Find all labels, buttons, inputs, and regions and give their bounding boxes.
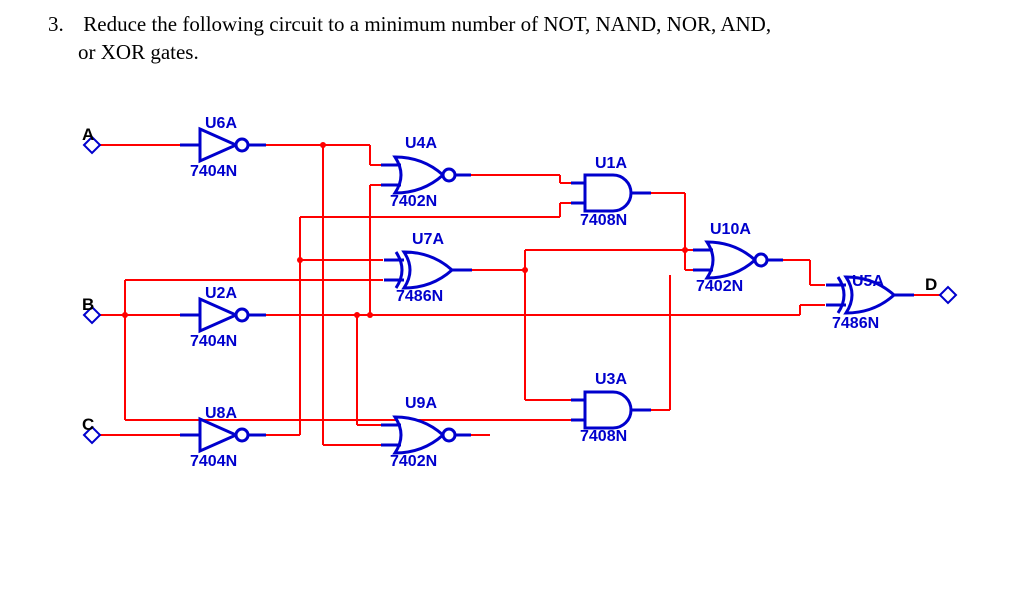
u8a-ref: U8A [205,405,237,423]
gate-u10a-icon [693,242,783,278]
pin-b-label: B [82,295,94,315]
question-line2: or XOR gates. [78,40,199,64]
u5a-part: 7486N [832,315,879,333]
gate-u2a-icon [180,299,266,331]
u3a-part: 7408N [580,428,627,446]
u6a-part: 7404N [190,163,237,181]
u5a-ref: U5A [852,273,884,291]
u1a-part: 7408N [580,212,627,230]
gate-u4a-icon [381,157,471,193]
pin-d-label: D [925,275,937,295]
u2a-part: 7404N [190,333,237,351]
pin-a-label: A [82,125,94,145]
question-line1: Reduce the following circuit to a minimu… [83,12,771,36]
page: 3. Reduce the following circuit to a min… [0,0,1024,605]
gate-u7a-icon [384,252,472,288]
u6a-ref: U6A [205,115,237,133]
u7a-part: 7486N [396,288,443,306]
gate-u8a-icon [180,419,266,451]
u1a-ref: U1A [595,155,627,173]
u10a-part: 7402N [696,278,743,296]
u3a-ref: U3A [595,371,627,389]
u9a-part: 7402N [390,453,437,471]
u8a-part: 7404N [190,453,237,471]
gate-u1a-icon [571,175,651,211]
pin-c-label: C [82,415,94,435]
u9a-ref: U9A [405,395,437,413]
gate-u3a-icon [571,392,651,428]
gate-u6a-icon [180,129,266,161]
question-number: 3. [48,10,78,38]
question-text: 3. Reduce the following circuit to a min… [48,10,771,67]
u4a-part: 7402N [390,193,437,211]
schematic: A B C D U6A 7404N U2A 7404N U8A 7404N U4… [70,115,970,565]
u10a-ref: U10A [710,221,751,239]
u2a-ref: U2A [205,285,237,303]
gate-u9a-icon [381,417,471,453]
u7a-ref: U7A [412,231,444,249]
u4a-ref: U4A [405,135,437,153]
